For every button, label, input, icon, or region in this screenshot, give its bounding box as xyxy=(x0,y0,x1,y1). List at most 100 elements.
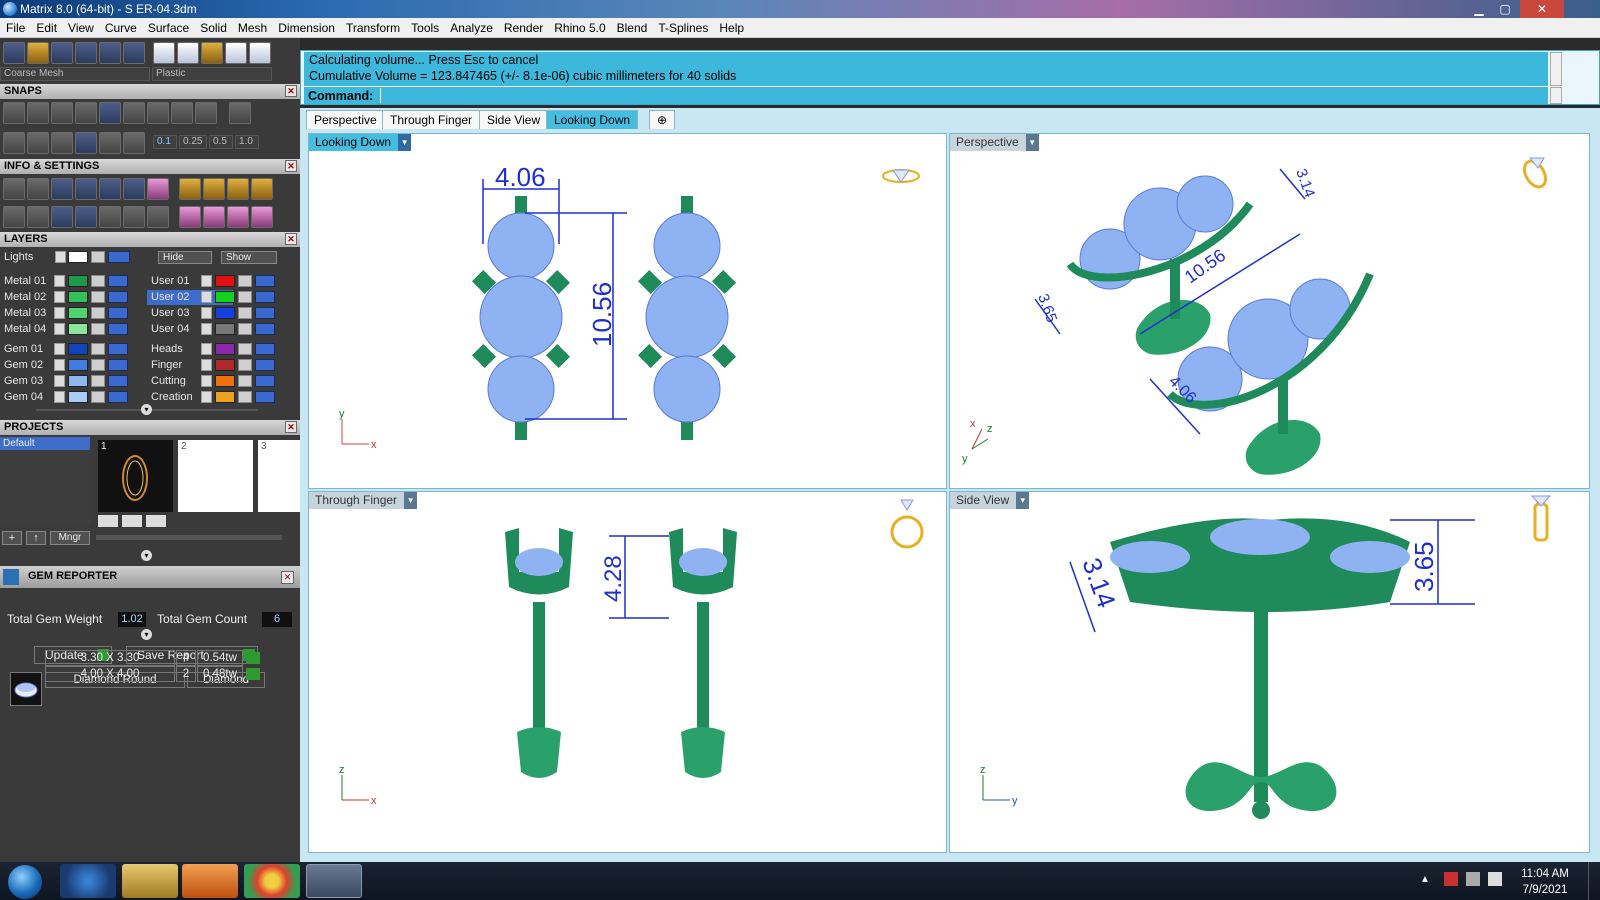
layer-arrow-icon[interactable] xyxy=(54,323,65,335)
grid-value-2[interactable]: 0.25 xyxy=(179,135,207,149)
ring-icon[interactable] xyxy=(179,206,201,228)
frame2-icon[interactable] xyxy=(227,178,249,200)
menu-item[interactable]: Rhino 5.0 xyxy=(554,21,605,35)
eye-icon[interactable] xyxy=(99,132,121,154)
layer-color-swatch[interactable] xyxy=(68,391,88,403)
tab-perspective[interactable]: Perspective xyxy=(306,110,385,129)
close-icon[interactable]: ✕ xyxy=(285,160,297,172)
lock-icon[interactable] xyxy=(91,291,105,303)
lightbulb-icon[interactable] xyxy=(108,323,128,335)
layer-arrow-icon[interactable] xyxy=(54,359,65,371)
menu-item[interactable]: Dimension xyxy=(278,21,335,35)
planar-icon[interactable] xyxy=(27,132,49,154)
layer-color-swatch[interactable] xyxy=(215,359,235,371)
close-icon[interactable]: ✕ xyxy=(281,571,294,584)
layer-color-swatch[interactable] xyxy=(68,307,88,319)
lightbulb-icon[interactable] xyxy=(255,343,275,355)
chevron-icon[interactable]: ▾ xyxy=(141,629,152,640)
tab-through-finger[interactable]: Through Finger xyxy=(382,110,481,129)
project-thumb-2[interactable]: 2 xyxy=(178,440,253,512)
close-icon[interactable]: ✕ xyxy=(285,233,297,245)
lock-icon[interactable] xyxy=(238,391,252,403)
viewport-perspective[interactable]: Perspective ▼ 3.14 10.56 3.65 4.06 x z y xyxy=(949,133,1590,489)
menu-item[interactable]: Curve xyxy=(105,21,137,35)
box-icon[interactable] xyxy=(147,178,169,200)
printer-icon[interactable] xyxy=(51,178,73,200)
list-icon[interactable] xyxy=(147,206,169,228)
maximize-button[interactable]: ▢ xyxy=(1492,0,1518,18)
grid-value-3[interactable]: 0.5 xyxy=(209,135,233,149)
minimize-button[interactable]: ▁ xyxy=(1466,0,1492,18)
history-scrollbar[interactable] xyxy=(1550,52,1562,86)
chrome-icon[interactable] xyxy=(244,864,300,898)
line-icon[interactable] xyxy=(51,132,73,154)
menu-item[interactable]: Render xyxy=(504,21,543,35)
lock-icon[interactable] xyxy=(91,391,105,403)
hand-icon[interactable] xyxy=(179,178,201,200)
layer-arrow-icon[interactable] xyxy=(201,307,212,319)
menu-item[interactable]: Mesh xyxy=(238,21,267,35)
lock-icon[interactable] xyxy=(238,307,252,319)
snap-tan-icon[interactable] xyxy=(195,102,217,124)
lock-icon[interactable] xyxy=(91,343,105,355)
lock-icon[interactable] xyxy=(91,323,105,335)
ring3-icon[interactable] xyxy=(227,206,249,228)
add-project-button[interactable]: + xyxy=(2,531,22,545)
menu-item[interactable]: Surface xyxy=(148,21,189,35)
layer-arrow-icon[interactable] xyxy=(54,343,65,355)
ring2-icon[interactable] xyxy=(203,206,225,228)
layer-color-swatch[interactable] xyxy=(68,343,88,355)
pen-icon[interactable] xyxy=(123,178,145,200)
zoom-icon[interactable] xyxy=(27,178,49,200)
app-icon[interactable] xyxy=(3,2,17,16)
layer-arrow-icon[interactable] xyxy=(54,375,65,387)
layer-color-swatch[interactable] xyxy=(215,307,235,319)
layer-color-swatch[interactable] xyxy=(68,275,88,287)
viewport-side-view[interactable]: Side View ▼ 3.65 3.14 z y xyxy=(949,491,1590,853)
snap-quad-icon[interactable] xyxy=(147,102,169,124)
lightbulb-icon[interactable] xyxy=(108,375,128,387)
move-icon[interactable] xyxy=(123,132,145,154)
menu-item[interactable]: Edit xyxy=(36,21,57,35)
layer-color-swatch[interactable] xyxy=(68,359,88,371)
cylinder-icon[interactable] xyxy=(75,206,97,228)
white-material-icon[interactable] xyxy=(225,42,247,64)
network-icon[interactable] xyxy=(1466,872,1480,886)
layer-arrow-icon[interactable] xyxy=(54,307,65,319)
tab-looking-down[interactable]: Looking Down xyxy=(546,110,639,129)
lightbulb-icon[interactable] xyxy=(255,323,275,335)
grid-value-4[interactable]: 1.0 xyxy=(235,135,259,149)
command-input[interactable] xyxy=(380,88,1544,103)
layer-color-swatch[interactable] xyxy=(215,375,235,387)
lightbulb-icon[interactable] xyxy=(255,375,275,387)
layer-color-swatch[interactable] xyxy=(68,323,88,335)
lock-icon[interactable] xyxy=(91,307,105,319)
wire-sphere-icon[interactable] xyxy=(153,42,175,64)
frame-icon[interactable] xyxy=(203,178,225,200)
layer-arrow-icon[interactable] xyxy=(201,343,212,355)
menu-item[interactable]: File xyxy=(6,21,25,35)
play-icon[interactable] xyxy=(246,668,260,680)
material-combo[interactable]: Plastic xyxy=(152,67,272,81)
cube2-icon[interactable] xyxy=(51,206,73,228)
show-desktop-button[interactable] xyxy=(1588,862,1600,900)
menu-item[interactable]: Tools xyxy=(411,21,439,35)
grid-value-1[interactable]: 0.1 xyxy=(153,135,177,149)
render-icon[interactable] xyxy=(99,42,121,64)
file-explorer-icon[interactable] xyxy=(122,864,178,898)
snap-mid-icon[interactable] xyxy=(51,102,73,124)
gold-material-icon[interactable] xyxy=(201,42,223,64)
layer-color-swatch[interactable] xyxy=(215,291,235,303)
lightbulb-icon[interactable] xyxy=(255,359,275,371)
lock-icon[interactable] xyxy=(238,343,252,355)
cube-icon[interactable] xyxy=(75,178,97,200)
check-icon[interactable] xyxy=(123,206,145,228)
menu-item[interactable]: T-Splines xyxy=(658,21,708,35)
lock-icon[interactable] xyxy=(238,359,252,371)
add-tab-icon[interactable]: ⊕ xyxy=(649,110,675,129)
close-icon[interactable]: ✕ xyxy=(285,85,297,97)
snap-knot-icon[interactable] xyxy=(99,102,121,124)
grid-snap-icon[interactable] xyxy=(75,132,97,154)
snap-point-icon[interactable] xyxy=(75,102,97,124)
up-project-button[interactable]: ↑ xyxy=(26,531,46,545)
